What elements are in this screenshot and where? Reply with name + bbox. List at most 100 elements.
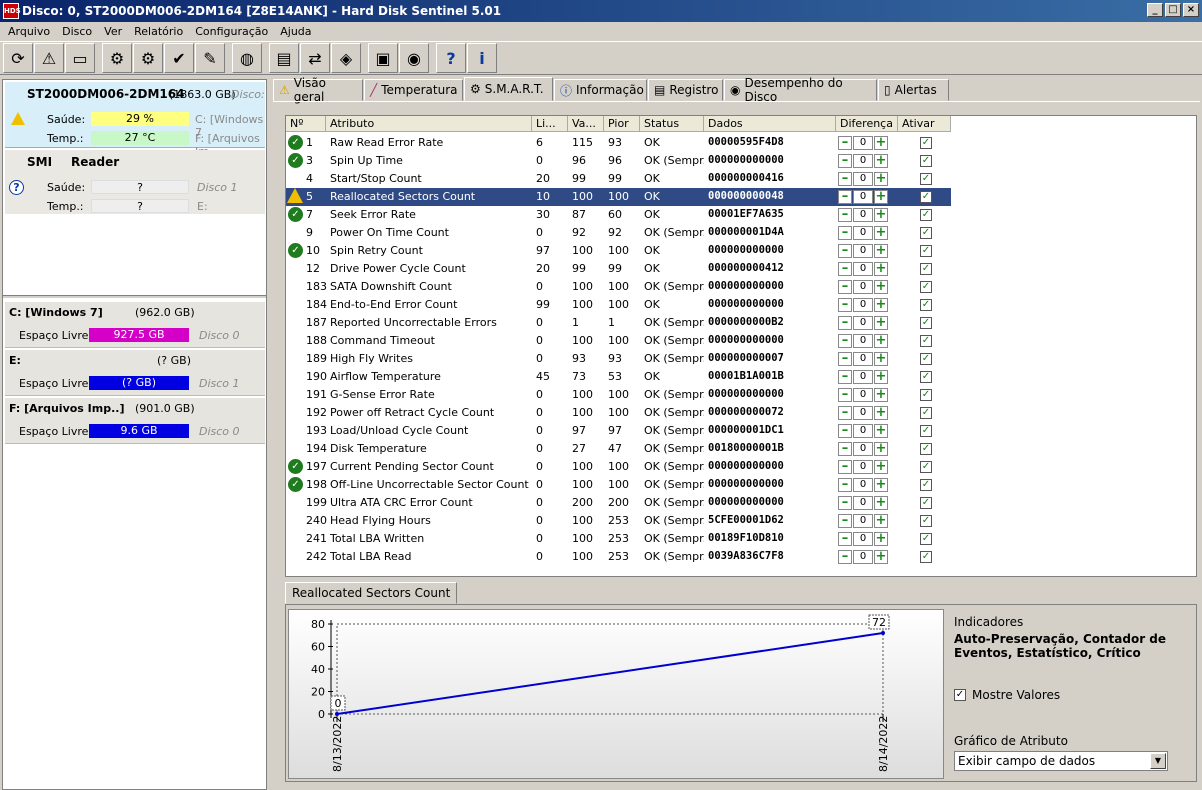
difference-value[interactable]: 0	[853, 171, 873, 186]
minus-icon[interactable]: –	[838, 531, 852, 546]
difference-value[interactable]: 0	[853, 315, 873, 330]
minus-icon[interactable]: –	[838, 153, 852, 168]
tab-informacao[interactable]: ⓘ Informação	[554, 79, 647, 101]
globe-icon[interactable]: ◍	[232, 43, 262, 73]
enable-checkbox[interactable]: ✓	[920, 281, 932, 293]
difference-value[interactable]: 0	[853, 351, 873, 366]
plus-icon[interactable]: +	[874, 495, 888, 510]
table-row[interactable]: 189High Fly Writes09393OK (Sempr...00000…	[286, 350, 951, 368]
enable-checkbox[interactable]: ✓	[920, 443, 932, 455]
minus-icon[interactable]: –	[838, 207, 852, 222]
info-icon[interactable]: i	[467, 43, 497, 73]
minus-icon[interactable]: –	[838, 225, 852, 240]
plus-icon[interactable]: +	[874, 135, 888, 150]
enable-checkbox[interactable]: ✓	[920, 263, 932, 275]
plus-icon[interactable]: +	[874, 531, 888, 546]
col-header-worst[interactable]: Pior	[604, 116, 640, 132]
enable-checkbox[interactable]: ✓	[920, 317, 932, 329]
difference-value[interactable]: 0	[853, 423, 873, 438]
difference-value[interactable]: 0	[853, 549, 873, 564]
table-row[interactable]: 194Disk Temperature 0 27 47 OK (Sempr... 0018…	[286, 440, 951, 458]
enable-checkbox[interactable]: ✓	[920, 497, 932, 509]
col-header-status[interactable]: Status	[640, 116, 704, 132]
table-row[interactable]: ✓ 1 Raw Read Error Rate 6 115 93 OK 00000595F4D…	[286, 134, 951, 152]
plus-icon[interactable]: +	[874, 405, 888, 420]
enable-checkbox[interactable]: ✓	[920, 137, 932, 149]
monitor-icon[interactable]: ▣	[368, 43, 398, 73]
table-row[interactable]: 4 Start/Stop Count 20 99 99 OK 000000000416 –0 +…	[286, 170, 951, 188]
table-row[interactable]: 187 Reported Uncorrectable Errors 0 1 1 OK (S…	[286, 314, 951, 332]
maximize-button[interactable]: □	[1165, 3, 1181, 17]
drive-f[interactable]: F: [Arquivos Imp..] (901.0 GB) Espaço Li…	[5, 398, 265, 444]
minus-icon[interactable]: –	[838, 171, 852, 186]
difference-value[interactable]: 0	[853, 279, 873, 294]
show-values-checkbox[interactable]: ✓	[954, 689, 966, 701]
minus-icon[interactable]: –	[838, 549, 852, 564]
menu-arquivo[interactable]: Arquivo	[2, 25, 56, 38]
disk-icon[interactable]: ▭	[65, 43, 95, 73]
plus-icon[interactable]: +	[874, 225, 888, 240]
enable-checkbox[interactable]: ✓	[920, 191, 932, 203]
difference-value[interactable]: 0	[853, 513, 873, 528]
plus-icon[interactable]: +	[874, 333, 888, 348]
table-row[interactable]: 9Power On Time Count09292OK (Sempr...000…	[286, 224, 951, 242]
menu-relatorio[interactable]: Relatório	[128, 25, 189, 38]
table-row[interactable]: 183SATA Downshift Count 0 100 100 OK (Sempr.…	[286, 278, 951, 296]
report-icon[interactable]: ▤	[269, 43, 299, 73]
table-row[interactable]: ✓ 7 Seek Error Rate 30 87 60 OK 00001EF7A635–0 +…	[286, 206, 951, 224]
minus-icon[interactable]: –	[838, 369, 852, 384]
table-row[interactable]: 192 Power off Retract Cycle Count 0 100 100 O…	[286, 404, 951, 422]
plus-icon[interactable]: +	[874, 513, 888, 528]
close-button[interactable]: ×	[1183, 3, 1199, 17]
minus-icon[interactable]: –	[838, 513, 852, 528]
col-header-limit[interactable]: Li...	[532, 116, 568, 132]
minus-icon[interactable]: –	[838, 135, 852, 150]
plus-icon[interactable]: +	[874, 207, 888, 222]
tab-alertas[interactable]: ▯ Alertas	[878, 79, 949, 101]
plus-icon[interactable]: +	[874, 243, 888, 258]
difference-value[interactable]: 0	[853, 333, 873, 348]
minus-icon[interactable]: –	[838, 279, 852, 294]
minus-icon[interactable]: –	[838, 261, 852, 276]
table-row[interactable]: 199 Ultra ATA CRC Error Count 0 200 200 OK (S…	[286, 494, 951, 512]
table-row[interactable]: 241Total LBA Written 0 100 253 OK (Sempr... 0…	[286, 530, 951, 548]
tab-temperatura[interactable]: ╱ Temperatura	[364, 79, 463, 101]
difference-value[interactable]: 0	[853, 297, 873, 312]
col-header-value[interactable]: Va...	[568, 116, 604, 132]
enable-checkbox[interactable]: ✓	[920, 209, 932, 221]
difference-value[interactable]: 0	[853, 441, 873, 456]
table-row[interactable]: ✓ 10 Spin Retry Count 97 100 100 OK 00000000000…	[286, 242, 951, 260]
minus-icon[interactable]: –	[838, 351, 852, 366]
plus-icon[interactable]: +	[874, 549, 888, 564]
difference-value[interactable]: 0	[853, 207, 873, 222]
drive-e[interactable]: E: (? GB) Espaço Livre (? GB) Disco 1	[5, 350, 265, 396]
plus-icon[interactable]: +	[874, 387, 888, 402]
disk-check-icon[interactable]: ✔	[164, 43, 194, 73]
plus-icon[interactable]: +	[874, 441, 888, 456]
table-row[interactable]: 242Total LBA Read 0 100 253 OK (Sempr... 0039…	[286, 548, 951, 566]
difference-value[interactable]: 0	[853, 189, 873, 204]
minus-icon[interactable]: –	[838, 297, 852, 312]
attr-graph-select[interactable]: Exibir campo de dados ▼	[954, 751, 1168, 771]
plus-icon[interactable]: +	[874, 153, 888, 168]
difference-value[interactable]: 0	[853, 243, 873, 258]
speaker-icon[interactable]: ◉	[399, 43, 429, 73]
table-row[interactable]: 193 Load/Unload Cycle Count 0 97 97 OK (Sempr…	[286, 422, 951, 440]
difference-value[interactable]: 0	[853, 477, 873, 492]
enable-checkbox[interactable]: ✓	[920, 353, 932, 365]
minus-icon[interactable]: –	[838, 387, 852, 402]
minus-icon[interactable]: –	[838, 459, 852, 474]
plus-icon[interactable]: +	[874, 189, 888, 204]
difference-value[interactable]: 0	[853, 531, 873, 546]
disk-test-icon[interactable]: ⚙	[133, 43, 163, 73]
plus-icon[interactable]: +	[874, 279, 888, 294]
plus-icon[interactable]: +	[874, 315, 888, 330]
col-header-num[interactable]: Nº	[286, 116, 326, 132]
table-row[interactable]: 184 End-to-End Error Count 99 100 100 OK 00000…	[286, 296, 951, 314]
difference-value[interactable]: 0	[853, 495, 873, 510]
table-row[interactable]: ✓3Spin Up Time09696OK (Sempr...000000000…	[286, 152, 951, 170]
table-row[interactable]: 190 Airflow Temperature 45 73 53 OK 00001B1A00…	[286, 368, 951, 386]
table-row[interactable]: 188Command Timeout0100100OK (Sempr...000…	[286, 332, 951, 350]
difference-value[interactable]: 0	[853, 225, 873, 240]
minus-icon[interactable]: –	[838, 495, 852, 510]
